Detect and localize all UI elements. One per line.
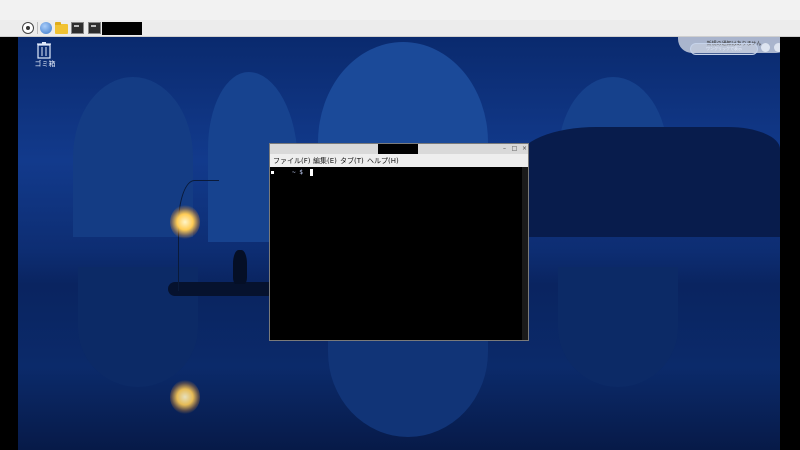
trash-label[interactable]: ゴミ箱 (30, 59, 60, 69)
prompt-marker (271, 171, 274, 174)
wallpaper-reflection (558, 267, 678, 387)
minimize-icon[interactable]: – (501, 145, 508, 152)
menu-help[interactable]: ヘルプ(H) (367, 156, 399, 166)
folder-icon[interactable] (55, 22, 68, 34)
wallpaper-trees (518, 127, 780, 237)
close-circle-button[interactable] (774, 43, 780, 52)
terminal-output[interactable]: ~ $ (270, 167, 522, 340)
menu-tab[interactable]: タブ(T) (340, 156, 364, 166)
close-icon[interactable]: × (521, 145, 528, 152)
terminal-window[interactable]: – □ × ファイル(F) 編集(E) タブ(T) ヘルプ(H) ~ $ (269, 143, 529, 341)
taskbar (0, 20, 800, 37)
maximize-icon[interactable]: □ (511, 145, 518, 152)
settings-circle-button[interactable] (761, 43, 770, 52)
wallpaper-bird (233, 250, 247, 284)
terminal-prompt: ~ $ (292, 169, 303, 176)
terminal-icon[interactable] (71, 22, 84, 34)
lantern-glow (170, 205, 200, 239)
active-task-button[interactable] (102, 22, 142, 35)
menu-file[interactable]: ファイル(F) (273, 156, 311, 166)
trash-icon[interactable] (36, 41, 52, 59)
terminal-titlebar[interactable]: – □ × (270, 144, 528, 154)
terminal-scrollbar[interactable] (522, 167, 528, 340)
browser-icon[interactable] (40, 22, 52, 34)
terminal-task-icon[interactable] (88, 22, 101, 34)
terminal-title-redacted (378, 144, 418, 154)
pill-label: ワンクリックで表示 (706, 46, 742, 51)
start-menu-icon[interactable] (22, 22, 34, 34)
taskbar-separator (37, 22, 38, 34)
terminal-cursor (310, 169, 313, 176)
lantern-reflection-glow (170, 380, 200, 414)
notification-pill-button[interactable]: ワンクリックで表示 (690, 43, 758, 55)
terminal-menubar: ファイル(F) 編集(E) タブ(T) ヘルプ(H) (270, 154, 528, 168)
browser-top-frame (0, 0, 800, 21)
menu-edit[interactable]: 編集(E) (313, 156, 337, 166)
